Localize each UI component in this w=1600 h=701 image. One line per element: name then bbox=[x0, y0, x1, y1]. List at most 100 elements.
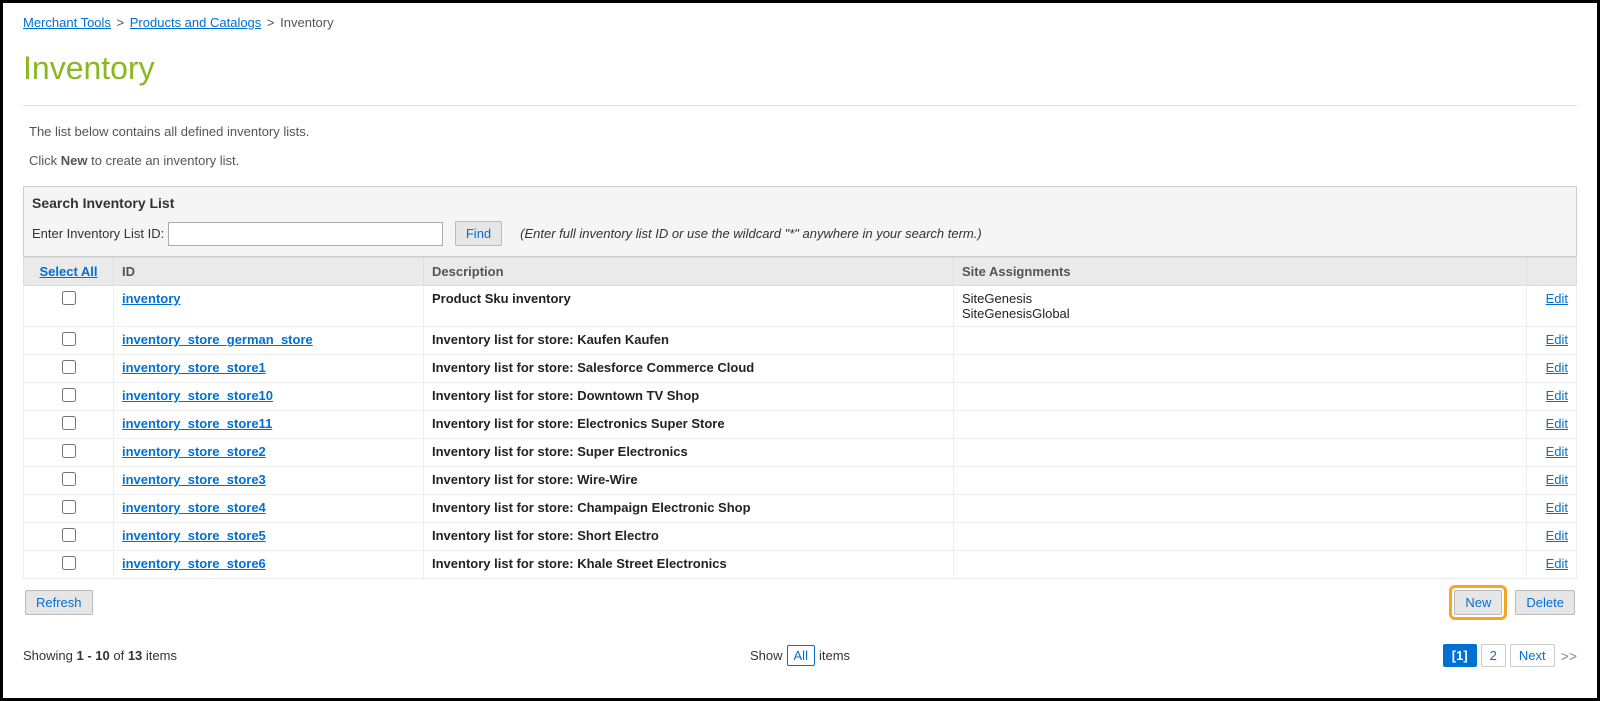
inventory-table: Select All ID Description Site Assignmen… bbox=[23, 257, 1577, 579]
edit-link[interactable]: Edit bbox=[1546, 388, 1568, 403]
edit-link[interactable]: Edit bbox=[1546, 332, 1568, 347]
breadcrumb-sep: > bbox=[267, 15, 275, 30]
row-site-assignments bbox=[954, 495, 1527, 523]
row-site-assignments bbox=[954, 383, 1527, 411]
col-id: ID bbox=[114, 258, 424, 286]
row-description: Inventory list for store: Khale Street E… bbox=[424, 551, 954, 579]
show-all-button[interactable]: All bbox=[787, 645, 815, 666]
page-next[interactable]: Next bbox=[1510, 644, 1555, 667]
row-site-assignments bbox=[954, 355, 1527, 383]
divider bbox=[23, 105, 1577, 106]
pagination: [1] 2 Next >> bbox=[1443, 644, 1577, 667]
row-description: Inventory list for store: Kaufen Kaufen bbox=[424, 327, 954, 355]
row-site-assignments bbox=[954, 523, 1527, 551]
table-row: inventory_store_store10 Inventory list fo… bbox=[24, 383, 1577, 411]
inventory-id-link[interactable]: inventory_store_german_store bbox=[122, 332, 313, 347]
showing-prefix: Showing bbox=[23, 648, 76, 663]
new-button-highlight: New bbox=[1449, 585, 1507, 620]
search-title: Search Inventory List bbox=[32, 195, 1568, 211]
delete-button[interactable]: Delete bbox=[1515, 590, 1575, 615]
row-site-assignments: SiteGenesisSiteGenesisGlobal bbox=[954, 286, 1527, 327]
inventory-id-link[interactable]: inventory_store_store3 bbox=[122, 472, 266, 487]
row-description: Inventory list for store: Downtown TV Sh… bbox=[424, 383, 954, 411]
edit-link[interactable]: Edit bbox=[1546, 472, 1568, 487]
table-row: inventory Product Sku inventorySiteGenesi… bbox=[24, 286, 1577, 327]
intro-line2-prefix: Click bbox=[29, 153, 61, 168]
edit-link[interactable]: Edit bbox=[1546, 291, 1568, 306]
action-row: Refresh New Delete bbox=[23, 585, 1577, 620]
inventory-id-link[interactable]: inventory_store_store11 bbox=[122, 416, 272, 431]
row-description: Inventory list for store: Electronics Su… bbox=[424, 411, 954, 439]
row-site-assignments bbox=[954, 411, 1527, 439]
footer-row: Showing 1 - 10 of 13 items Show All item… bbox=[23, 644, 1577, 667]
table-header-row: Select All ID Description Site Assignmen… bbox=[24, 258, 1577, 286]
edit-link[interactable]: Edit bbox=[1546, 416, 1568, 431]
intro-line2-bold: New bbox=[61, 153, 88, 168]
intro-line2-suffix: to create an inventory list. bbox=[88, 153, 240, 168]
breadcrumb-current: Inventory bbox=[280, 15, 333, 30]
edit-link[interactable]: Edit bbox=[1546, 360, 1568, 375]
row-checkbox[interactable] bbox=[62, 472, 76, 486]
edit-link[interactable]: Edit bbox=[1546, 444, 1568, 459]
col-edit bbox=[1527, 258, 1577, 286]
row-checkbox[interactable] bbox=[62, 360, 76, 374]
breadcrumb: Merchant Tools > Products and Catalogs >… bbox=[23, 15, 1577, 30]
row-description: Inventory list for store: Short Electro bbox=[424, 523, 954, 551]
breadcrumb-merchant-tools[interactable]: Merchant Tools bbox=[23, 15, 111, 30]
inventory-id-link[interactable]: inventory_store_store2 bbox=[122, 444, 266, 459]
row-site-assignments bbox=[954, 467, 1527, 495]
table-row: inventory_store_store3Inventory list for… bbox=[24, 467, 1577, 495]
edit-link[interactable]: Edit bbox=[1546, 528, 1568, 543]
breadcrumb-products-catalogs[interactable]: Products and Catalogs bbox=[130, 15, 262, 30]
row-checkbox[interactable] bbox=[62, 500, 76, 514]
inventory-id-link[interactable]: inventory_store_store10 bbox=[122, 388, 273, 403]
inventory-id-link[interactable]: inventory_store_store4 bbox=[122, 500, 266, 515]
row-description: Inventory list for store: Salesforce Com… bbox=[424, 355, 954, 383]
refresh-button[interactable]: Refresh bbox=[25, 590, 93, 615]
row-description: Product Sku inventory bbox=[424, 286, 954, 327]
select-all-link[interactable]: Select All bbox=[39, 264, 97, 279]
row-checkbox[interactable] bbox=[62, 291, 76, 305]
breadcrumb-sep: > bbox=[117, 15, 125, 30]
inventory-id-link[interactable]: inventory_store_store5 bbox=[122, 528, 266, 543]
row-checkbox[interactable] bbox=[62, 388, 76, 402]
search-hint: (Enter full inventory list ID or use the… bbox=[520, 226, 982, 241]
showing-text: Showing 1 - 10 of 13 items bbox=[23, 648, 177, 663]
table-row: inventory_store_store1 Inventory list for… bbox=[24, 355, 1577, 383]
table-row: inventory_store_store4 Inventory list for… bbox=[24, 495, 1577, 523]
row-site-assignments bbox=[954, 551, 1527, 579]
search-label: Enter Inventory List ID: bbox=[32, 226, 164, 241]
page-2[interactable]: 2 bbox=[1481, 644, 1506, 667]
row-checkbox[interactable] bbox=[62, 528, 76, 542]
showing-of: of bbox=[110, 648, 128, 663]
showing-items: items bbox=[142, 648, 177, 663]
row-checkbox[interactable] bbox=[62, 556, 76, 570]
row-checkbox[interactable] bbox=[62, 444, 76, 458]
row-checkbox[interactable] bbox=[62, 416, 76, 430]
inventory-list-id-input[interactable] bbox=[168, 222, 443, 246]
page-last-icon[interactable]: >> bbox=[1561, 648, 1577, 664]
row-site-assignments bbox=[954, 327, 1527, 355]
col-select-all: Select All bbox=[24, 258, 114, 286]
find-button[interactable]: Find bbox=[455, 221, 502, 246]
new-button[interactable]: New bbox=[1454, 590, 1502, 615]
table-row: inventory_store_german_store Inventory li… bbox=[24, 327, 1577, 355]
row-description: Inventory list for store: Champaign Elec… bbox=[424, 495, 954, 523]
items-label: items bbox=[819, 648, 850, 663]
edit-link[interactable]: Edit bbox=[1546, 500, 1568, 515]
footer-center: Show All items bbox=[750, 645, 850, 666]
page-title: Inventory bbox=[23, 50, 1577, 87]
inventory-id-link[interactable]: inventory_store_store1 bbox=[122, 360, 266, 375]
inventory-id-link[interactable]: inventory_store_store6 bbox=[122, 556, 266, 571]
edit-link[interactable]: Edit bbox=[1546, 556, 1568, 571]
inventory-id-link[interactable]: inventory bbox=[122, 291, 181, 306]
row-description: Inventory list for store: Super Electron… bbox=[424, 439, 954, 467]
col-description: Description bbox=[424, 258, 954, 286]
search-box: Search Inventory List Enter Inventory Li… bbox=[23, 186, 1577, 257]
table-row: inventory_store_store11 Inventory list fo… bbox=[24, 411, 1577, 439]
row-checkbox[interactable] bbox=[62, 332, 76, 346]
row-site-assignments bbox=[954, 439, 1527, 467]
show-label: Show bbox=[750, 648, 783, 663]
col-site-assignments: Site Assignments bbox=[954, 258, 1527, 286]
page-1[interactable]: [1] bbox=[1443, 644, 1477, 667]
